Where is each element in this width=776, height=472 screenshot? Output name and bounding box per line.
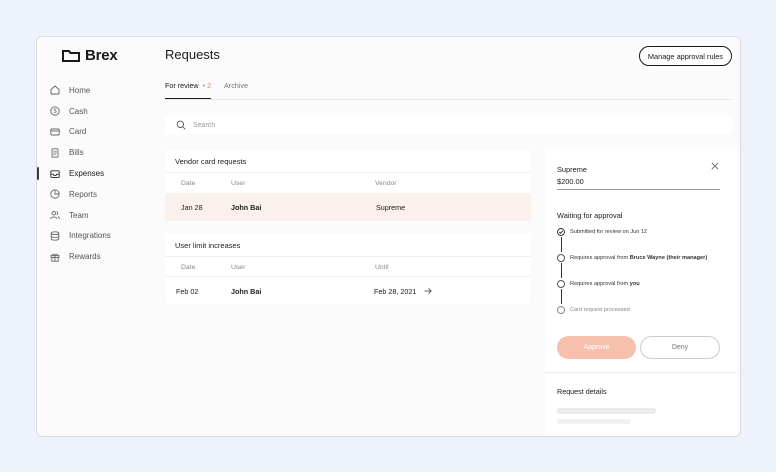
card-title: User limit increases: [175, 241, 241, 250]
bills-icon: [51, 148, 59, 158]
sidebar-item-card[interactable]: Card: [37, 122, 157, 143]
divider: [545, 372, 737, 373]
row-date: Jan 28: [181, 203, 203, 212]
detail-vendor-name: Supreme: [557, 165, 587, 174]
timeline-step-processed: Card request processed: [557, 306, 737, 316]
brand-name: Brex: [85, 47, 118, 64]
sidebar-nav: Home $ Cash Card Bills Expenses Reports: [37, 80, 157, 267]
sidebar-item-bills[interactable]: Bills: [37, 142, 157, 163]
timeline-connector: [561, 237, 562, 252]
row-vendor: Supreme: [376, 203, 406, 212]
column-header-date: Date: [181, 264, 196, 271]
deny-button[interactable]: Deny: [640, 336, 720, 359]
sidebar: Brex Home $ Cash Card Bills Expenses Rep…: [37, 37, 157, 436]
sidebar-item-label: Integrations: [69, 231, 111, 241]
sidebar-item-cash[interactable]: $ Cash: [37, 101, 157, 122]
sidebar-item-integrations[interactable]: Integrations: [37, 226, 157, 247]
sidebar-item-label: Home: [69, 85, 91, 95]
table-row[interactable]: Feb 02 John Bai Feb 28, 2021: [165, 277, 531, 305]
step-node-icon: [557, 306, 565, 314]
search-icon: [176, 120, 186, 130]
tab-label: For review: [165, 81, 199, 90]
request-details-title: Request details: [557, 387, 607, 396]
page-title: Requests: [165, 47, 220, 62]
approve-button[interactable]: Approve: [557, 336, 636, 359]
loading-skeleton: [557, 408, 656, 414]
step-node-icon: [557, 254, 565, 262]
search-input[interactable]: [191, 120, 395, 130]
close-icon[interactable]: [711, 162, 719, 170]
inbox-icon: [50, 169, 60, 178]
sidebar-item-reports[interactable]: Reports: [37, 184, 157, 205]
sidebar-item-rewards[interactable]: Rewards: [37, 246, 157, 267]
database-icon: [50, 231, 60, 241]
team-icon: [50, 211, 60, 220]
sidebar-item-label: Expenses: [69, 169, 105, 179]
step-label: Card request processed: [570, 307, 630, 313]
row-user: John Bai: [231, 287, 262, 296]
timeline-step-submitted: Submitted for review on Jun 12: [557, 228, 737, 238]
sidebar-item-label: Reports: [69, 189, 98, 199]
user-limit-increases-card: User limit increases Date User Until Feb…: [165, 234, 531, 304]
column-header-user: User: [231, 264, 246, 271]
divider: [165, 256, 531, 257]
gift-icon: [50, 253, 60, 262]
timeline-step-manager-approval: Requires approval from Bruce Wayne (thei…: [557, 254, 737, 264]
check-circle-icon: [557, 228, 565, 236]
divider: [165, 172, 531, 173]
card-title: Vendor card requests: [175, 157, 247, 166]
row-until: Feb 28, 2021: [374, 287, 417, 296]
sidebar-item-label: Cash: [69, 106, 88, 116]
table-row[interactable]: Jan 28 John Bai Supreme: [165, 193, 531, 221]
row-user: John Bai: [231, 203, 262, 212]
home-icon: [50, 85, 60, 95]
column-header-date: Date: [181, 180, 196, 187]
loading-skeleton: [557, 419, 631, 424]
sidebar-item-team[interactable]: Team: [37, 205, 157, 226]
vendor-card-requests-card: Vendor card requests Date User Vendor Ja…: [165, 150, 531, 222]
app-window: Brex Home $ Cash Card Bills Expenses Rep…: [36, 36, 741, 437]
tab-count-badge: • 2: [200, 81, 212, 90]
approval-status-title: Waiting for approval: [557, 211, 623, 220]
timeline-connector: [561, 263, 562, 278]
column-header-vendor: Vendor: [375, 180, 397, 187]
timeline-step-your-approval: Requires approval from you: [557, 280, 737, 290]
column-header-user: User: [231, 180, 246, 187]
sidebar-item-label: Bills: [69, 148, 84, 158]
manage-approval-rules-button[interactable]: Manage approval rules: [638, 46, 732, 66]
step-label: Requires approval from Bruce Wayne (thei…: [570, 255, 708, 261]
pie-chart-icon: [50, 189, 60, 200]
step-label: Submitted for review on Jun 12: [570, 229, 648, 235]
row-date: Feb 02: [176, 287, 199, 296]
brex-logo-icon: [62, 50, 80, 62]
search-bar[interactable]: [165, 116, 732, 134]
arrow-right-icon[interactable]: [423, 286, 433, 296]
request-detail-panel: Supreme $200.00 Waiting for approval Sub…: [545, 149, 737, 436]
dollar-icon: $: [50, 106, 60, 116]
step-node-icon: [557, 280, 565, 288]
sidebar-item-label: Rewards: [69, 252, 101, 262]
tab-archive[interactable]: Archive: [224, 81, 248, 98]
detail-amount: $200.00: [557, 177, 584, 186]
timeline-connector: [561, 289, 562, 304]
sidebar-item-home[interactable]: Home: [37, 80, 157, 101]
amount-underline: [557, 189, 720, 190]
tab-bar: For review • 2 Archive: [165, 81, 732, 100]
svg-text:$: $: [53, 109, 57, 115]
sidebar-item-label: Card: [69, 127, 87, 137]
step-label: Requires approval from you: [570, 281, 640, 287]
column-header-until: Until: [375, 264, 389, 271]
brand-logo[interactable]: Brex: [62, 47, 118, 64]
sidebar-item-label: Team: [69, 210, 89, 220]
tab-for-review[interactable]: For review • 2: [165, 81, 212, 99]
card-icon: [50, 128, 60, 136]
sidebar-item-expenses[interactable]: Expenses: [37, 163, 157, 184]
